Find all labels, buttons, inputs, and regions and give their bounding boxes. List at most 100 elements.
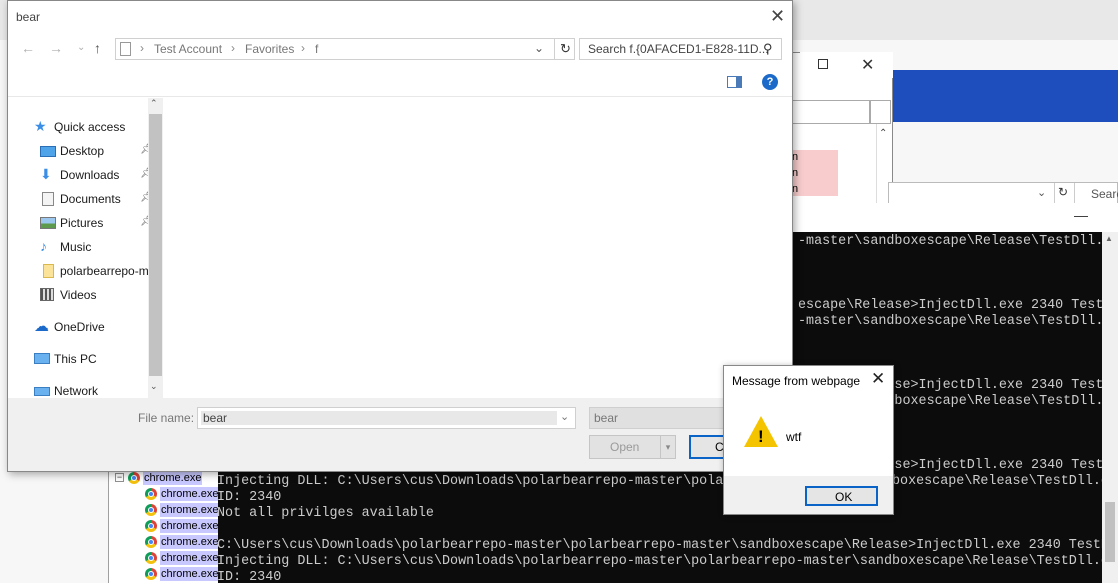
- process-row[interactable]: chrome.exe: [109, 518, 218, 534]
- address-bar[interactable]: › Test Account › Favorites › f ⌄ ↻: [115, 38, 575, 60]
- computer-icon: [34, 353, 50, 364]
- refresh-icon[interactable]: ↻: [554, 39, 576, 59]
- maximize-icon[interactable]: [818, 59, 828, 69]
- process-name: chrome.exe: [160, 487, 218, 501]
- nav-item-desktop[interactable]: Desktop 📌︎: [40, 142, 153, 162]
- console-scrollbar[interactable]: ▲: [1102, 232, 1118, 583]
- ok-button[interactable]: OK: [805, 486, 878, 506]
- chevron-down-icon[interactable]: ⌄: [560, 410, 569, 423]
- back-arrow-icon[interactable]: ←: [21, 40, 35, 56]
- nav-item-label: Network: [54, 384, 99, 398]
- close-icon[interactable]: ✕: [861, 55, 874, 75]
- breadcrumb-separator: ›: [140, 41, 144, 55]
- console-line: -master\sandboxescape\Release\TestDll.dl…: [798, 234, 1118, 249]
- preview-pane-icon[interactable]: [727, 76, 742, 88]
- chevron-down-icon[interactable]: ⌄: [150, 381, 158, 392]
- nav-item-downloads[interactable]: ⬇ Downloads 📌︎: [40, 166, 153, 186]
- forward-arrow-icon[interactable]: →: [49, 40, 63, 56]
- collapse-icon[interactable]: −: [115, 473, 124, 482]
- console-line: -master\sandboxescape\Release\TestDll.dl…: [798, 314, 1118, 329]
- file-name-label: File name:: [138, 411, 195, 425]
- help-icon[interactable]: ?: [762, 74, 778, 90]
- breadcrumb-separator: ›: [231, 41, 235, 55]
- dialog-toolbar: ?: [8, 65, 792, 97]
- star-icon: ★: [34, 118, 47, 134]
- chevron-down-icon[interactable]: ⌄: [77, 42, 85, 53]
- process-name: chrome.exe: [160, 535, 218, 549]
- text-selection: [201, 411, 557, 425]
- breadcrumb-item[interactable]: Test Account: [154, 42, 222, 56]
- document-icon: [120, 42, 131, 56]
- nav-item-label: Documents: [60, 192, 121, 206]
- desktop-icon: [40, 146, 56, 157]
- chevron-down-icon[interactable]: ⌄: [534, 41, 544, 55]
- nav-item-label: OneDrive: [54, 320, 105, 334]
- nav-item-label: Pictures: [60, 216, 104, 230]
- nav-item-pictures[interactable]: Pictures 📌︎: [40, 214, 153, 234]
- nav-item-label: Desktop: [60, 144, 105, 158]
- chrome-icon: [145, 552, 157, 564]
- nav-item-label: Videos: [60, 288, 97, 302]
- process-name: chrome.exe: [160, 551, 218, 565]
- file-name-input[interactable]: bear ⌄: [197, 407, 576, 429]
- refresh-icon[interactable]: ↻: [1058, 185, 1068, 199]
- file-dialog: bear ✕ ← → ⌄ ↑ › Test Account › Favorite…: [7, 0, 793, 472]
- chrome-icon: [145, 504, 157, 516]
- breadcrumb-item[interactable]: Favorites: [245, 42, 294, 56]
- file-name-value: bear: [203, 411, 228, 425]
- breadcrumb-item[interactable]: f: [315, 42, 318, 56]
- nav-item-label: This PC: [54, 352, 97, 366]
- download-icon: ⬇: [40, 166, 52, 182]
- console-line: Not all privilges available: [217, 506, 434, 521]
- background-window-controls: [800, 52, 893, 78]
- navigation-scrollbar[interactable]: ⌃ ⌄: [148, 98, 163, 398]
- documents-icon: [42, 192, 54, 206]
- process-row[interactable]: − chrome.exe: [109, 470, 218, 486]
- console-line: ID: 2340: [217, 490, 282, 505]
- open-button[interactable]: Open ▾: [589, 435, 676, 459]
- scrollbar-thumb[interactable]: [1105, 502, 1115, 562]
- navigation-pane: ★ Quick access Desktop 📌︎ ⬇ Downloads 📌︎…: [8, 98, 163, 398]
- chevron-up-icon[interactable]: ⌃: [150, 98, 158, 109]
- message-dialog-title: Message from webpage: [732, 374, 861, 388]
- chevron-down-icon[interactable]: ⌄: [1037, 186, 1046, 199]
- background-search-text: Searc: [1091, 187, 1118, 201]
- process-row[interactable]: chrome.exe: [109, 550, 218, 566]
- nav-item-label: Quick access: [54, 120, 126, 134]
- process-row[interactable]: chrome.exe: [109, 486, 218, 502]
- process-name: chrome.exe: [143, 471, 203, 485]
- breadcrumb-separator: ›: [301, 41, 305, 55]
- background-highlighted-rows: [792, 150, 838, 196]
- chrome-icon: [145, 488, 157, 500]
- minimize-icon[interactable]: —: [1074, 207, 1088, 223]
- pictures-icon: [40, 217, 56, 229]
- background-address-bar[interactable]: [792, 100, 870, 124]
- process-row[interactable]: chrome.exe: [109, 534, 218, 550]
- process-row[interactable]: chrome.exe: [109, 566, 218, 582]
- up-arrow-icon[interactable]: ↑: [94, 40, 101, 56]
- file-type-value: bear: [594, 411, 619, 425]
- scrollbar-thumb[interactable]: [149, 114, 162, 376]
- close-icon[interactable]: ✕: [770, 6, 785, 27]
- search-input[interactable]: Search f.{0AFACED1-E828-11D... ⚲: [579, 38, 782, 60]
- chrome-icon: [145, 520, 157, 532]
- warning-exclamation: !: [758, 427, 764, 446]
- open-button-label: Open: [610, 440, 640, 454]
- process-row[interactable]: chrome.exe: [109, 502, 218, 518]
- nav-item-documents[interactable]: Documents 📌︎: [40, 190, 153, 210]
- nav-item-label: polarbearrepo-m: [60, 264, 149, 278]
- search-icon: ⚲: [763, 41, 773, 56]
- process-name: chrome.exe: [160, 567, 218, 581]
- console-line: escape\Release>InjectDll.exe 2340 TestDl…: [798, 298, 1118, 313]
- nav-item-label: Music: [60, 240, 92, 254]
- background-address-button[interactable]: [870, 100, 891, 124]
- console-line: C:\Users\cus\Downloads\polarbearrepo-mas…: [217, 538, 1118, 553]
- network-icon: [34, 387, 50, 396]
- open-dropdown-icon[interactable]: ▾: [660, 436, 675, 458]
- folder-icon: [43, 264, 54, 278]
- file-list[interactable]: [164, 98, 792, 398]
- chevron-up-icon[interactable]: ⌃: [879, 128, 887, 139]
- search-placeholder: Search f.{0AFACED1-E828-11D...: [588, 42, 769, 56]
- chevron-up-icon[interactable]: ▲: [1105, 234, 1113, 243]
- close-icon[interactable]: ✕: [871, 369, 885, 389]
